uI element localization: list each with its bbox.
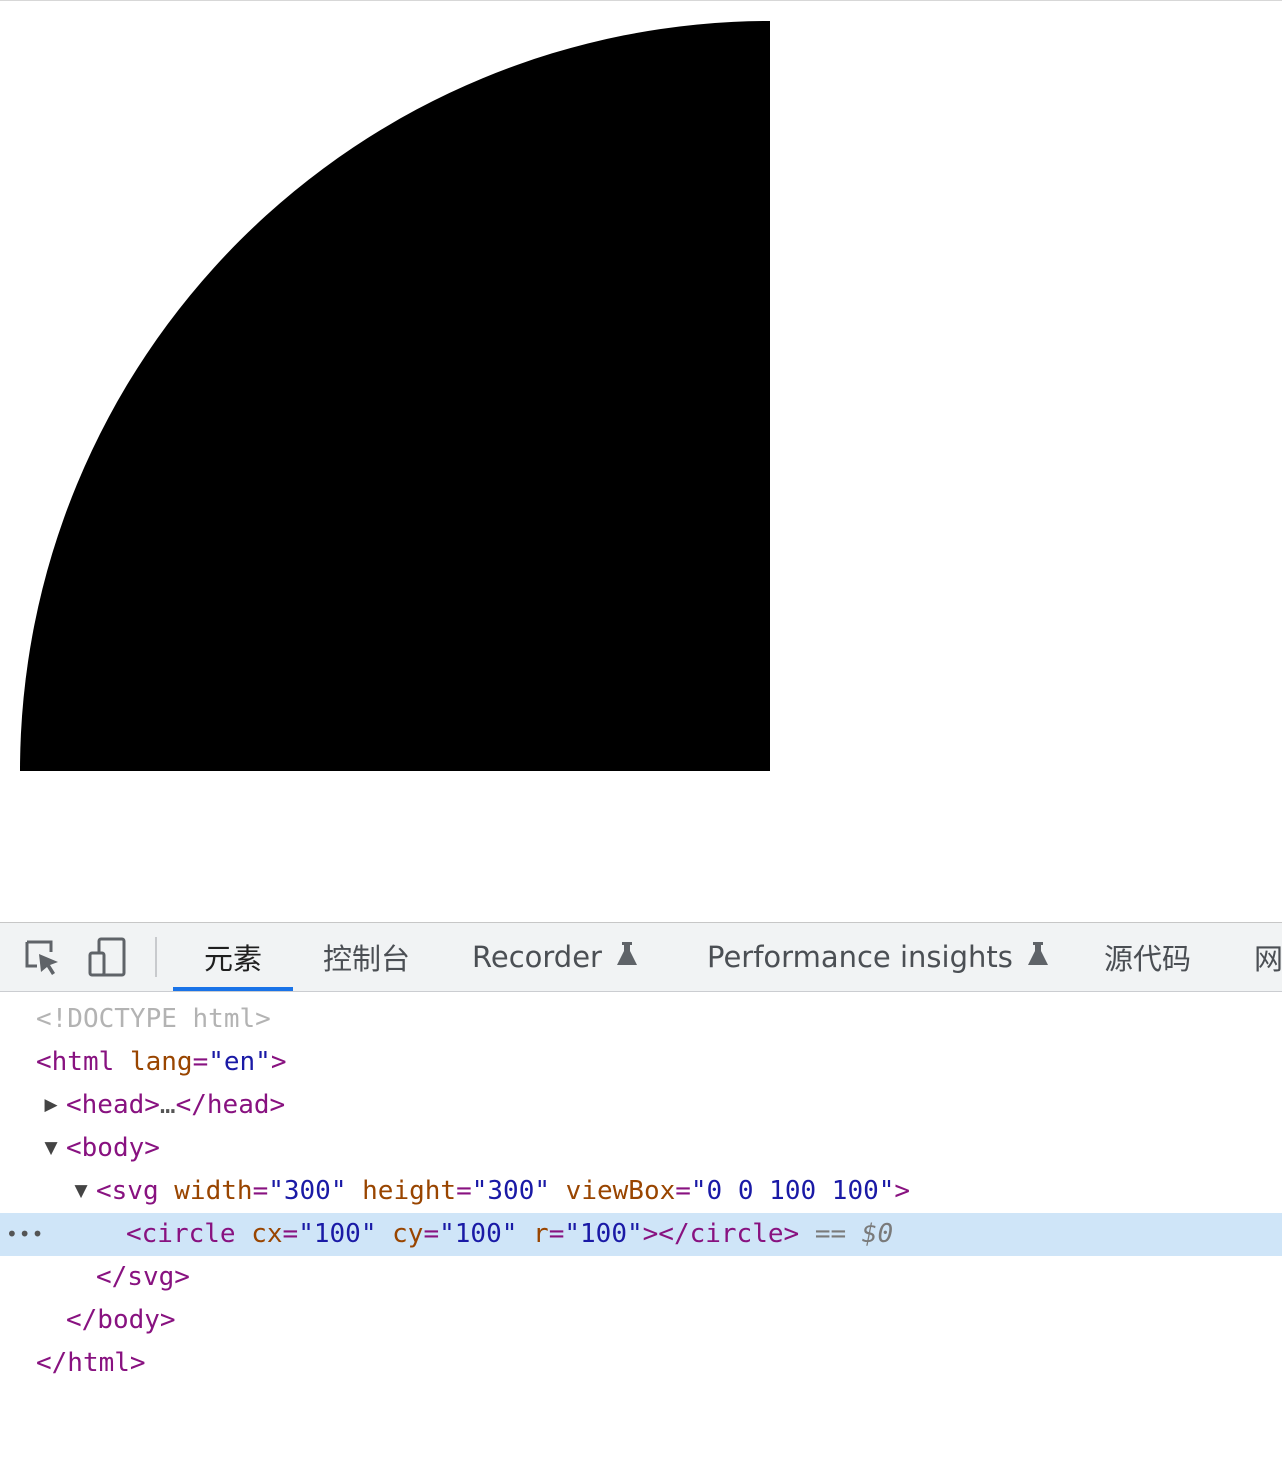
circle-tag-name: <circle [126,1219,236,1249]
svg-attr-viewbox-value: "0 0 100 100" [690,1176,895,1206]
expand-triangle-icon[interactable]: ▶ [41,1084,61,1127]
html-tag-close: > [270,1047,287,1077]
devtools-panel: 元素 控制台 Recorder Performance insights 源代码 [0,922,1282,1447]
dom-node-svg[interactable]: ▼ <svg width="300" height="300" viewBox=… [0,1170,1282,1213]
circle-attr-cy-name: cy [392,1219,424,1249]
tab-recorder-label: Recorder [472,940,602,974]
rendered-svg [20,21,770,771]
svg-attr-height-value: "300" [471,1176,551,1206]
html-close-tag: </html> [36,1348,146,1378]
svg-attr-height-name: height [362,1176,457,1206]
toolbar-separator [155,937,157,977]
flask-icon [1027,940,1049,974]
rendered-circle [20,21,770,771]
circle-tag-close: ></circle> [642,1219,800,1249]
dom-node-doctype[interactable]: <!DOCTYPE html> [0,998,1282,1041]
svg-attr-width-value: "300" [268,1176,347,1206]
tab-sources-label: 源代码 [1104,942,1192,976]
dom-node-body[interactable]: ▼ <body> [0,1127,1282,1170]
svg-open-tag: <svg width="300" height="300" viewBox="0… [96,1176,911,1206]
dom-node-head[interactable]: ▶ <head>…</head> [0,1084,1282,1127]
html-attr-name: lang [129,1047,193,1077]
circle-tag: <circle cx="100" cy="100" r="100"></circ… [126,1219,894,1249]
dom-node-html-close[interactable]: </html> [0,1342,1282,1385]
head-node-text: <head>…</head> [66,1084,285,1127]
dom-node-body-close[interactable]: </body> [0,1299,1282,1342]
svg-close-tag: </svg> [96,1262,190,1292]
html-attr-value: "en" [208,1047,271,1077]
head-open-tag: <head> [66,1090,160,1120]
circle-attr-cx-name: cx [251,1219,283,1249]
selected-node-marker: == $0 [814,1219,894,1249]
tab-network-label: 网 [1254,942,1282,976]
collapse-triangle-icon[interactable]: ▼ [71,1170,91,1213]
dom-node-circle[interactable]: ••• <circle cx="100" cy="100" r="100"></… [0,1213,1282,1256]
row-menu-icon[interactable]: ••• [6,1213,44,1256]
svg-attr-width-name: width [174,1176,253,1206]
tab-recorder[interactable]: Recorder [472,923,638,991]
tab-elements-label: 元素 [203,942,262,976]
tab-network[interactable]: 网 [1254,923,1282,991]
tab-performance-insights[interactable]: Performance insights [707,923,1049,991]
circle-attr-r-name: r [533,1219,549,1249]
device-toolbar-icon[interactable] [88,935,128,979]
devtools-toolbar: 元素 控制台 Recorder Performance insights 源代码 [0,923,1282,992]
svg-tag-close: > [894,1176,911,1206]
circle-attr-r-value: "100" [564,1219,643,1249]
circle-attr-cy-value: "100" [439,1219,518,1249]
collapse-triangle-icon[interactable]: ▼ [41,1127,61,1170]
dom-node-svg-close[interactable]: </svg> [0,1256,1282,1299]
body-close-tag: </body> [66,1305,176,1335]
tab-console[interactable]: 控制台 [323,923,410,991]
svg-tag-name: <svg [96,1176,159,1206]
page-viewport [0,1,1282,922]
body-open-tag: <body> [66,1133,160,1163]
head-close-tag: </head> [175,1090,286,1120]
tab-performance-insights-label: Performance insights [707,940,1013,974]
svg-attr-viewbox-name: viewBox [565,1176,676,1206]
html-tag-name: <html [36,1047,115,1077]
flask-icon [616,940,638,974]
tab-sources[interactable]: 源代码 [1104,923,1191,991]
head-ellipsis[interactable]: … [160,1090,176,1120]
html-open-tag: <html lang="en"> [36,1047,287,1077]
tab-elements[interactable]: 元素 [173,923,293,991]
circle-attr-cx-value: "100" [298,1219,377,1249]
tab-console-label: 控制台 [323,942,411,976]
dom-node-html[interactable]: <html lang="en"> [0,1041,1282,1084]
doctype-text: <!DOCTYPE html> [36,1004,271,1034]
inspect-element-icon[interactable] [22,935,62,979]
